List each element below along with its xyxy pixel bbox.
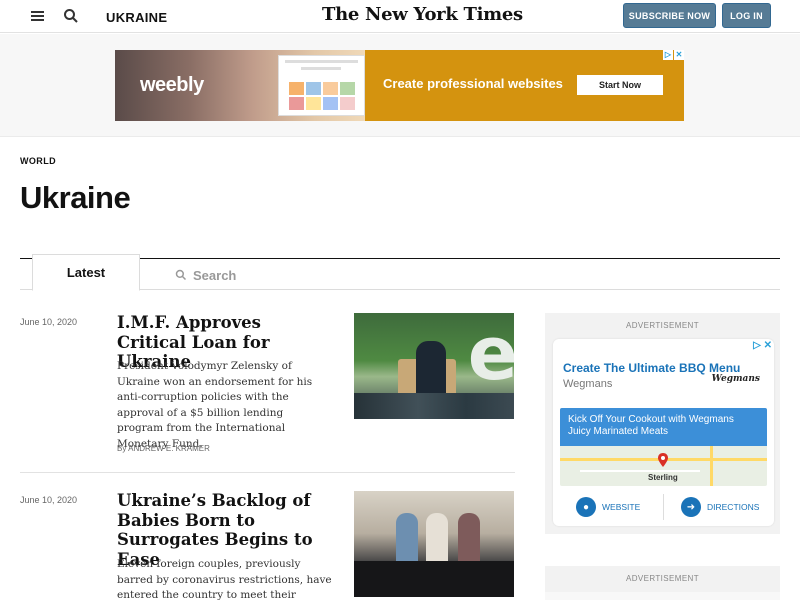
adchoices-icon[interactable]: ▷ ✕ bbox=[753, 340, 772, 351]
weebly-logo: weebly bbox=[140, 74, 204, 96]
search-icon[interactable] bbox=[63, 8, 79, 24]
directions-button[interactable]: ➜ DIRECTIONS bbox=[681, 494, 759, 520]
search-icon bbox=[175, 269, 187, 281]
ad-start-now-button[interactable]: Start Now bbox=[577, 75, 663, 95]
tab-search[interactable]: Search bbox=[175, 265, 236, 285]
article-item: June 10, 2020 Ukraine’s Backlog of Babie… bbox=[20, 491, 515, 600]
ad-actions: ● WEBSITE ➜ DIRECTIONS bbox=[553, 494, 774, 520]
globe-icon: ● bbox=[576, 497, 596, 517]
section-label[interactable]: UKRAINE bbox=[106, 10, 167, 25]
adchoices-icon[interactable]: ▷ ✕ bbox=[663, 50, 684, 60]
article-summary: President Volodymyr Zelensky of Ukraine … bbox=[117, 360, 313, 450]
ad-map[interactable]: Kick Off Your Cookout with Wegmans Juicy… bbox=[560, 408, 767, 486]
article-thumbnail[interactable] bbox=[354, 491, 514, 597]
page-title: Ukraine bbox=[20, 180, 131, 215]
article-byline: By ANDREW E. KRAMER bbox=[117, 444, 210, 453]
divider bbox=[663, 494, 664, 520]
tab-search-label: Search bbox=[193, 267, 237, 283]
wegmans-ad-card[interactable]: ▷ ✕ Create The Ultimate BBQ Menu Wegmans… bbox=[553, 339, 774, 526]
ad-brand: Wegmans bbox=[563, 378, 613, 390]
weebly-ad[interactable]: weebly Create professional websites Star… bbox=[115, 50, 684, 121]
map-city-label: Sterling bbox=[648, 473, 678, 482]
ad-label: ADVERTISEMENT bbox=[625, 574, 700, 583]
directions-icon: ➜ bbox=[681, 497, 701, 517]
top-ad-band: weebly Create professional websites Star… bbox=[0, 34, 800, 137]
sidebar-ad: ADVERTISEMENT bbox=[545, 566, 780, 600]
ad-tagline: Create professional websites bbox=[383, 76, 563, 91]
ad-website-preview bbox=[278, 55, 365, 116]
article-summary: Eleven foreign couples, previously barre… bbox=[117, 558, 332, 600]
wegmans-logo: Wegmans bbox=[711, 374, 760, 384]
top-bar: UKRAINE The New York Times SUBSCRIBE NOW… bbox=[0, 0, 800, 33]
masthead-logo[interactable]: The New York Times bbox=[322, 4, 523, 28]
ad-title[interactable]: Create The Ultimate BBQ Menu bbox=[563, 361, 740, 375]
tab-bar: Latest Search bbox=[20, 254, 780, 291]
section-kicker[interactable]: WORLD bbox=[20, 156, 56, 166]
tab-latest[interactable]: Latest bbox=[32, 254, 140, 291]
sidebar-ad: ADVERTISEMENT ▷ ✕ Create The Ultimate BB… bbox=[545, 313, 780, 534]
ad-label: ADVERTISEMENT bbox=[625, 321, 700, 330]
menu-icon[interactable] bbox=[31, 11, 44, 21]
article-item: June 10, 2020 I.M.F. Approves Critical L… bbox=[20, 313, 515, 473]
article-thumbnail[interactable]: e bbox=[354, 313, 514, 419]
ad-content[interactable] bbox=[545, 592, 780, 600]
website-button[interactable]: ● WEBSITE bbox=[576, 494, 640, 520]
ad-banner: Kick Off Your Cookout with Wegmans Juicy… bbox=[560, 408, 767, 446]
website-label: WEBSITE bbox=[602, 502, 641, 512]
article-date: June 10, 2020 bbox=[20, 495, 78, 505]
map-pin-icon bbox=[658, 453, 668, 467]
directions-label: DIRECTIONS bbox=[707, 502, 760, 512]
login-button[interactable]: LOG IN bbox=[722, 3, 771, 28]
subscribe-button[interactable]: SUBSCRIBE NOW bbox=[623, 3, 716, 28]
article-date: June 10, 2020 bbox=[20, 317, 78, 327]
